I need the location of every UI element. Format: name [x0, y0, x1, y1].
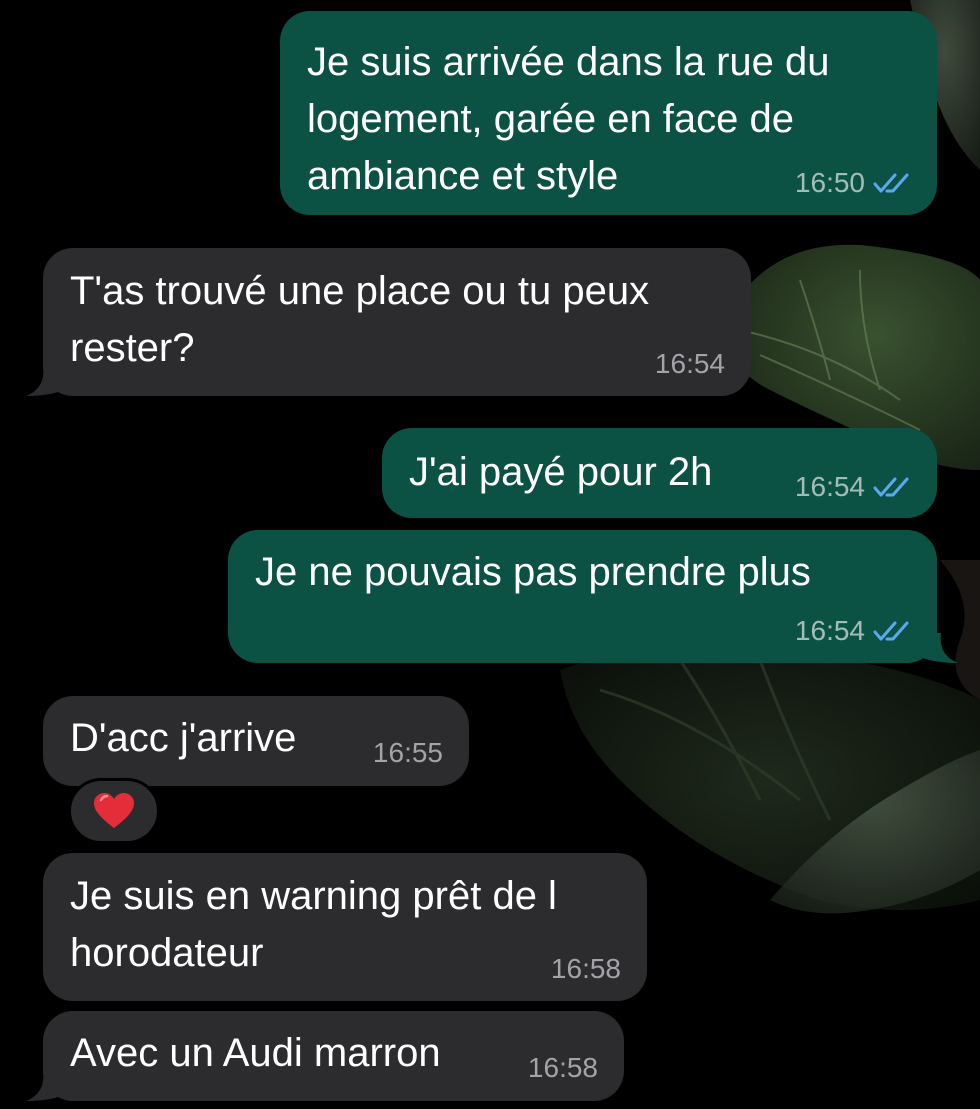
message-text-line: T'as trouvé une place ou tu peux: [70, 269, 650, 313]
incoming-message-bubble[interactable]: T'as trouvé une place ou tu peux rester?…: [43, 248, 751, 396]
message-reaction[interactable]: [68, 778, 160, 844]
double-check-icon: [873, 173, 909, 193]
message-text-line: ambiance et style: [307, 154, 619, 198]
message-text-line: logement, garée en face de: [307, 97, 795, 141]
message-text-line: Je suis arrivée dans la rue du: [307, 40, 830, 84]
message-meta: 16:54: [655, 349, 725, 379]
message-text-line: Je suis en warning prêt de l: [70, 874, 557, 918]
incoming-message-bubble[interactable]: Avec un Audi marron 16:58: [43, 1011, 624, 1101]
message-timestamp: 16:58: [527, 1052, 598, 1083]
double-check-icon: [873, 621, 909, 641]
message-text-line: horodateur: [70, 931, 264, 975]
bubble-tail: [912, 633, 958, 663]
outgoing-message-bubble[interactable]: Je ne pouvais pas prendre plus 16:54: [228, 530, 937, 663]
message-timestamp: 16:55: [372, 737, 443, 768]
double-check-icon: [873, 477, 909, 497]
message-text-line: Je ne pouvais pas prendre plus: [255, 550, 811, 594]
message-meta: 16:58: [551, 954, 621, 984]
message-text-line: D'acc j'arrive: [70, 716, 297, 760]
message-meta: 16:50: [795, 168, 911, 198]
outgoing-message-bubble[interactable]: Je suis arrivée dans la rue du logement,…: [280, 11, 937, 215]
message-timestamp: 16:58: [550, 953, 621, 984]
message-timestamp: 16:54: [794, 615, 865, 646]
bubble-tail: [26, 1071, 72, 1101]
message-text-line: rester?: [70, 326, 195, 370]
outgoing-message-bubble[interactable]: J'ai payé pour 2h 16:54: [382, 428, 937, 518]
heart-emoji: [94, 793, 134, 828]
message-timestamp: 16:50: [794, 167, 865, 198]
message-meta: 16:58: [528, 1053, 598, 1083]
message-text-line: J'ai payé pour 2h: [409, 450, 713, 494]
message-meta: 16:54: [795, 616, 911, 646]
bubble-tail: [26, 366, 72, 396]
message-timestamp: 16:54: [794, 471, 865, 502]
incoming-message-bubble[interactable]: D'acc j'arrive 16:55: [43, 696, 469, 786]
message-meta: 16:55: [373, 738, 443, 768]
message-timestamp: 16:54: [654, 348, 725, 379]
message-meta: 16:54: [795, 472, 911, 502]
incoming-message-bubble[interactable]: Je suis en warning prêt de l horodateur …: [43, 853, 647, 1001]
message-text-line: Avec un Audi marron: [70, 1031, 441, 1075]
